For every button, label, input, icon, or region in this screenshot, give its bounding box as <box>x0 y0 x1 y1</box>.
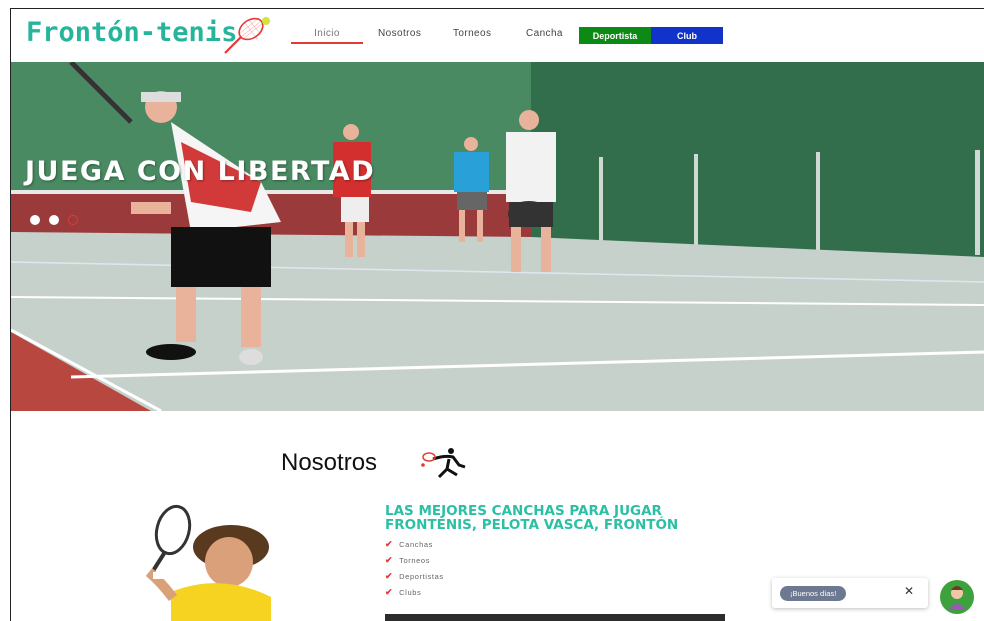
browser-page: Frontón-tenis Inicio Nosotros Torneos Ca… <box>10 8 984 621</box>
chat-avatar-icon[interactable] <box>940 580 974 614</box>
slider-dot-3[interactable] <box>68 215 78 225</box>
chat-popup[interactable]: ¡Buenos días! ✕ <box>772 578 928 608</box>
feature-title-line-1: LAS MEJORES CANCHAS PARA JUGAR <box>385 503 662 519</box>
list-item-label: Deportistas <box>399 571 444 581</box>
list-item-label: Canchas <box>399 539 433 549</box>
slider-dot-2[interactable] <box>49 215 59 225</box>
features-checklist: ✔ Canchas ✔ Torneos ✔ Deportistas ✔ Clubs <box>385 536 444 600</box>
tennis-player-photo <box>145 504 271 621</box>
list-item-label: Clubs <box>399 587 422 597</box>
nosotros-heading: Nosotros <box>281 449 378 476</box>
list-item: ✔ Clubs <box>385 584 444 600</box>
tennis-racket-logo-icon <box>224 17 270 54</box>
list-item: ✔ Deportistas <box>385 568 444 584</box>
list-item-label: Torneos <box>399 555 431 565</box>
feature-title: LAS MEJORES CANCHAS PARA JUGAR FRONTENIS… <box>385 504 705 532</box>
slider-dots <box>30 215 78 225</box>
check-icon: ✔ <box>385 554 394 565</box>
check-icon: ✔ <box>385 586 394 597</box>
check-icon: ✔ <box>385 538 394 549</box>
nav-nosotros[interactable]: Nosotros <box>378 25 421 42</box>
video-preview[interactable] <box>385 614 725 621</box>
nav-inicio[interactable]: Inicio <box>291 25 363 42</box>
tennis-player-icon <box>421 448 466 479</box>
active-nav-underline <box>291 42 363 44</box>
check-icon: ✔ <box>385 570 394 581</box>
deportista-button[interactable]: Deportista <box>579 27 651 44</box>
hero-slider: JUEGA CON LIBERTAD <box>11 62 984 411</box>
chat-greeting[interactable]: ¡Buenos días! <box>780 586 847 601</box>
slider-dot-1[interactable] <box>30 215 40 225</box>
list-item: ✔ Canchas <box>385 536 444 552</box>
list-item: ✔ Torneos <box>385 552 444 568</box>
nav-cancha[interactable]: Cancha <box>526 25 563 42</box>
nav-torneos[interactable]: Torneos <box>453 25 491 42</box>
site-header: Frontón-tenis Inicio Nosotros Torneos Ca… <box>11 9 984 62</box>
close-icon[interactable]: ✕ <box>904 584 914 598</box>
club-button[interactable]: Club <box>651 27 723 44</box>
site-logo[interactable]: Frontón-tenis <box>26 17 237 48</box>
hero-title: JUEGA CON LIBERTAD <box>25 156 376 187</box>
fronton-court-photo <box>11 62 984 411</box>
feature-title-line-2: FRONTENIS, PELOTA VASCA, FRONTÓN <box>385 517 679 533</box>
